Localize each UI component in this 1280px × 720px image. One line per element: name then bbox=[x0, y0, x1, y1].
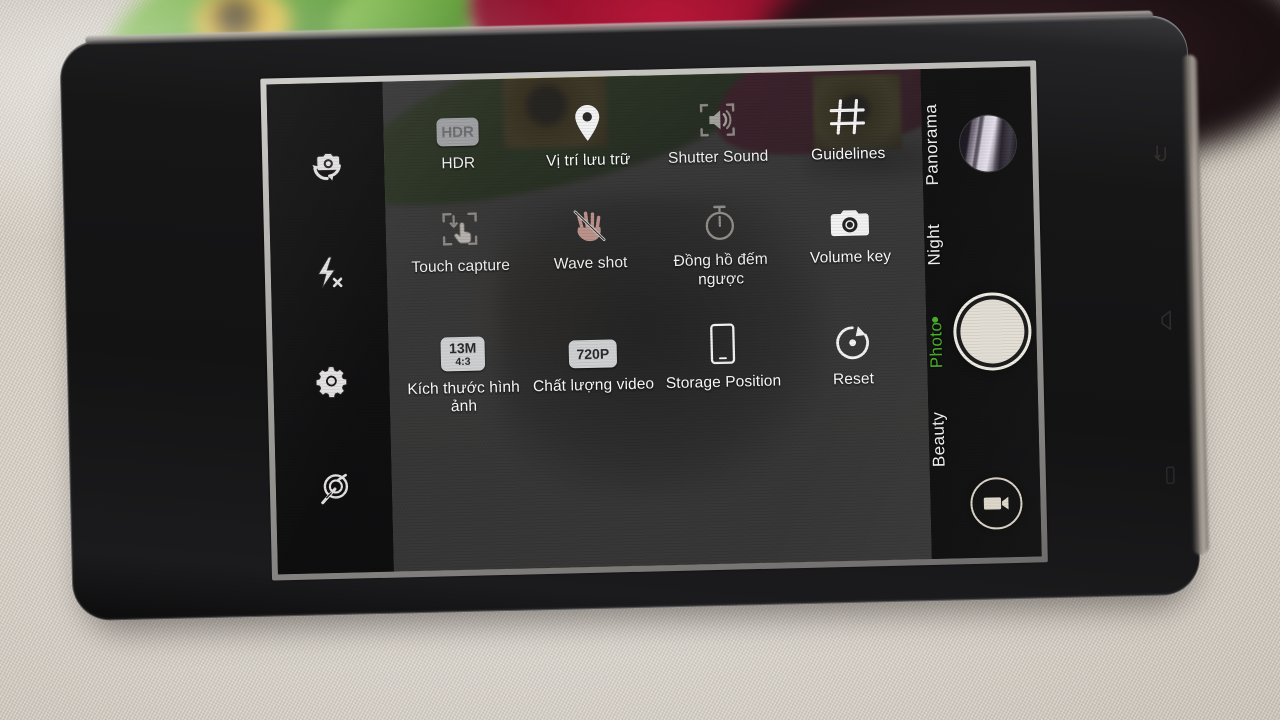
storage-icon-wrap bbox=[708, 322, 737, 365]
mode-beauty[interactable]: Beauty bbox=[928, 396, 1040, 481]
mode-label: Photo bbox=[926, 321, 947, 369]
gear-icon bbox=[315, 366, 348, 398]
setting-label: Chất lượng video bbox=[532, 375, 655, 396]
setting-label: Storage Position bbox=[665, 372, 782, 393]
hdr-badge-icon: HDR bbox=[436, 117, 479, 147]
photo-size-secondary: 4:3 bbox=[455, 355, 471, 368]
camera-icon bbox=[830, 210, 870, 237]
setting-shutter-sound[interactable]: Shutter Sound bbox=[653, 96, 783, 168]
touch-capture-icon bbox=[442, 212, 478, 246]
phone-storage-icon bbox=[710, 323, 736, 364]
touch-capture-icon-wrap bbox=[439, 207, 480, 250]
photo-size-badge-icon: 13M 4:3 bbox=[440, 336, 486, 372]
shutter-sound-icon-wrap bbox=[697, 97, 738, 140]
camera-switch-icon bbox=[312, 152, 341, 181]
filter-wand-icon bbox=[321, 473, 349, 505]
mode-label: Night bbox=[923, 223, 944, 266]
shutter-sound-icon bbox=[699, 103, 735, 137]
switch-camera-button[interactable] bbox=[306, 149, 347, 184]
nav-button-home[interactable] bbox=[1138, 300, 1195, 341]
setting-label: Reset bbox=[832, 370, 875, 389]
mode-label: Panorama bbox=[921, 103, 942, 186]
phone-screen: HDR HDR Vị trí lưu trữ Shutter Sound Gui… bbox=[266, 66, 1042, 575]
camera-settings-panel: HDR HDR Vị trí lưu trữ Shutter Sound Gui… bbox=[382, 69, 932, 572]
camera-right-rail: Panorama Night Photo Beauty bbox=[920, 66, 1042, 559]
video-record-button[interactable] bbox=[969, 476, 1024, 531]
location-pin-icon bbox=[575, 104, 600, 141]
home-icon bbox=[1161, 310, 1172, 331]
mode-panorama[interactable]: Panorama bbox=[921, 94, 1033, 193]
hdr-badge-text: HDR bbox=[441, 123, 475, 141]
filters-button[interactable] bbox=[316, 471, 353, 508]
reset-icon-wrap bbox=[833, 319, 872, 362]
setting-hdr[interactable]: HDR HDR bbox=[393, 103, 523, 175]
settings-grid: HDR HDR Vị trí lưu trữ Shutter Sound Gui… bbox=[393, 93, 918, 418]
setting-storage-location[interactable]: Vị trí lưu trữ bbox=[523, 99, 653, 171]
mode-label: Beauty bbox=[928, 411, 949, 468]
setting-label: Wave shot bbox=[553, 254, 628, 274]
wave-shot-icon-wrap bbox=[569, 204, 610, 247]
recents-icon bbox=[1154, 145, 1167, 162]
setting-label: Vị trí lưu trữ bbox=[545, 150, 631, 170]
flash-off-button[interactable] bbox=[311, 255, 346, 292]
grid-guidelines-icon bbox=[829, 99, 866, 135]
photo-scene: HDR HDR Vị trí lưu trữ Shutter Sound Gui… bbox=[0, 0, 1280, 720]
video-camera-icon bbox=[983, 496, 1009, 510]
setting-touch-capture[interactable]: Touch capture bbox=[395, 206, 525, 297]
setting-label: Shutter Sound bbox=[667, 147, 769, 168]
setting-video-quality[interactable]: 720P Chất lượng video bbox=[528, 324, 658, 415]
timer-icon-wrap bbox=[701, 201, 738, 244]
nav-button-back[interactable] bbox=[1141, 455, 1198, 496]
setting-label: Đồng hồ đếm ngược bbox=[673, 251, 768, 288]
camera-settings-button[interactable] bbox=[313, 363, 350, 400]
setting-storage-position[interactable]: Storage Position bbox=[658, 321, 788, 412]
nav-button-recents[interactable] bbox=[1134, 133, 1191, 174]
smartphone-device: HDR HDR Vị trí lưu trữ Shutter Sound Gui… bbox=[59, 10, 1209, 633]
reset-icon bbox=[836, 326, 869, 359]
guidelines-icon-wrap bbox=[827, 94, 868, 137]
flash-off-icon bbox=[317, 256, 343, 289]
mode-night[interactable]: Night bbox=[924, 206, 1036, 281]
wave-hand-icon bbox=[573, 210, 606, 242]
photo-size-icon-wrap: 13M 4:3 bbox=[440, 328, 486, 372]
location-icon-wrap bbox=[572, 101, 603, 144]
setting-label: Touch capture bbox=[411, 257, 511, 277]
photo-size-primary: 13M bbox=[448, 339, 477, 356]
setting-guidelines[interactable]: Guidelines bbox=[783, 93, 913, 165]
volume-key-icon-wrap bbox=[828, 198, 871, 241]
setting-countdown-timer[interactable]: Đồng hồ đếm ngược bbox=[655, 200, 785, 291]
setting-wave-shot[interactable]: Wave shot bbox=[525, 203, 655, 294]
setting-label: Kích thước hình ảnh bbox=[407, 378, 521, 416]
video-quality-icon-wrap: 720P bbox=[568, 325, 618, 369]
setting-volume-key[interactable]: Volume key bbox=[785, 197, 915, 288]
timer-icon bbox=[705, 205, 735, 241]
video-quality-badge-icon: 720P bbox=[568, 339, 618, 369]
setting-label: Guidelines bbox=[810, 144, 886, 164]
setting-reset[interactable]: Reset bbox=[788, 318, 918, 409]
hdr-icon-wrap: HDR bbox=[436, 104, 479, 147]
setting-label: Volume key bbox=[809, 248, 892, 268]
camera-left-toolbar bbox=[266, 81, 394, 575]
video-quality-badge-text: 720P bbox=[576, 345, 610, 363]
back-icon bbox=[1165, 466, 1175, 485]
setting-label: HDR bbox=[441, 154, 476, 173]
setting-photo-size[interactable]: 13M 4:3 Kích thước hình ảnh bbox=[398, 327, 528, 418]
